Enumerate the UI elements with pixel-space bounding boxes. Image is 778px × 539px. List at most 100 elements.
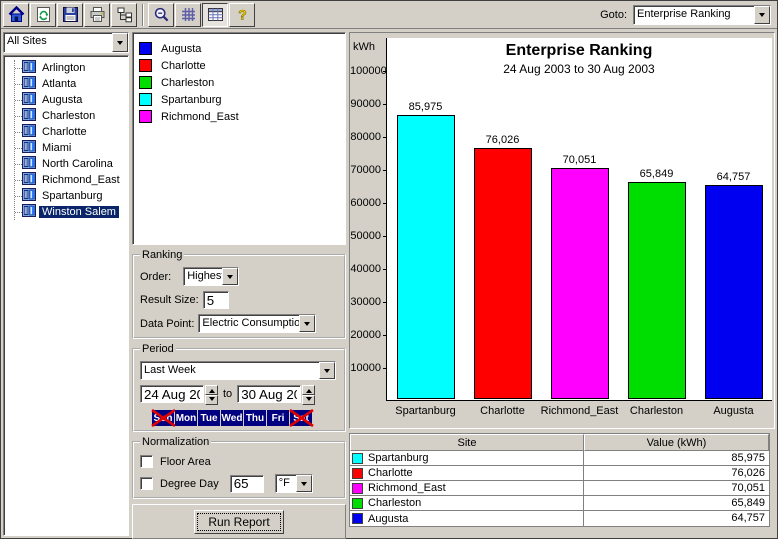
table-header-site[interactable]: Site xyxy=(350,434,584,451)
spin-down-icon[interactable] xyxy=(302,395,315,405)
weekday-toggle[interactable]: Mon xyxy=(175,410,198,426)
legend-item: Spartanburg xyxy=(139,91,339,108)
grid-button[interactable] xyxy=(175,3,201,27)
weekday-toggle[interactable]: Fri xyxy=(267,410,290,426)
site-color-swatch xyxy=(352,498,363,509)
goto-area: Goto: Enterprise Ranking xyxy=(600,5,771,25)
weekday-toggle[interactable]: Sat xyxy=(290,410,313,426)
sidebar-item-site[interactable]: Charleston xyxy=(15,108,128,124)
x-axis-label: Charlotte xyxy=(474,405,532,417)
weekday-toggle[interactable]: Thu xyxy=(244,410,267,426)
tree-connector xyxy=(15,180,22,181)
run-report-button[interactable]: Run Report xyxy=(194,510,284,534)
period-preset-select[interactable]: Last Week xyxy=(140,361,336,380)
save-icon xyxy=(62,6,79,23)
tree-connector xyxy=(15,148,22,149)
weekday-label: Tue xyxy=(200,413,217,424)
save-button[interactable] xyxy=(57,3,83,27)
degree-day-value-input[interactable] xyxy=(230,475,264,493)
result-size-input[interactable] xyxy=(203,291,229,309)
degree-day-checkbox[interactable] xyxy=(140,477,153,490)
sidebar-item-site[interactable]: North Carolina xyxy=(15,156,128,172)
site-tree-button[interactable] xyxy=(111,3,137,27)
sidebar-item-site[interactable]: Charlotte xyxy=(15,124,128,140)
weekday-toggle[interactable]: Sun xyxy=(152,410,175,426)
chevron-down-icon[interactable] xyxy=(319,362,335,379)
bar-value-label: 70,051 xyxy=(532,154,628,166)
bar-Charlotte: 76,026 xyxy=(474,148,532,399)
bar-series: 85,97576,02670,05165,84964,757 xyxy=(387,59,772,399)
help-button[interactable]: ? xyxy=(229,3,255,27)
tree-connector xyxy=(15,116,22,117)
order-select[interactable]: Highest xyxy=(183,267,239,286)
x-axis-label-text: Richmond_East xyxy=(541,405,619,417)
weekday-toggle[interactable]: Tue xyxy=(198,410,221,426)
degree-day-label: Degree Day xyxy=(160,478,219,490)
weekday-label: Thu xyxy=(246,413,264,424)
sidebar-item-site[interactable]: Augusta xyxy=(15,92,128,108)
building-icon xyxy=(22,60,39,76)
degree-unit-select[interactable]: °F xyxy=(275,474,313,493)
site-name: North Carolina xyxy=(39,158,116,170)
site-name: Spartanburg xyxy=(39,190,106,202)
table-cell-value: 85,975 xyxy=(584,451,769,465)
spin-up-icon[interactable] xyxy=(302,385,315,395)
tree-connector xyxy=(15,196,22,197)
site-filter-select[interactable]: All Sites xyxy=(3,32,129,53)
order-label: Order: xyxy=(140,271,171,283)
print-button[interactable] xyxy=(84,3,110,27)
help-icon: ? xyxy=(234,6,251,23)
chevron-down-icon[interactable] xyxy=(296,475,312,492)
table-header-value[interactable]: Value (kWh) xyxy=(584,434,769,451)
chevron-down-icon[interactable] xyxy=(222,268,238,285)
spin-up-icon[interactable] xyxy=(205,385,218,395)
chevron-down-icon[interactable] xyxy=(754,6,770,24)
x-axis-label-text: Charlotte xyxy=(480,405,525,417)
refresh-button[interactable] xyxy=(30,3,56,27)
home-button[interactable] xyxy=(3,3,29,27)
y-tick-label: 50000 xyxy=(350,230,381,242)
toolbar-separator xyxy=(142,4,144,26)
sidebar-item-site[interactable]: Atlanta xyxy=(15,76,128,92)
sidebar-item-site[interactable]: Miami xyxy=(15,140,128,156)
chart-legend: AugustaCharlotteCharlestonSpartanburgRic… xyxy=(132,32,346,245)
bar-value-label: 64,757 xyxy=(686,171,778,183)
legend-label: Augusta xyxy=(161,43,201,55)
end-date-input[interactable] xyxy=(237,385,301,403)
y-tick-label: 100000 xyxy=(350,65,381,77)
site-name: Atlanta xyxy=(39,78,79,90)
toolbar-buttons: ? xyxy=(3,3,256,27)
chevron-down-icon[interactable] xyxy=(299,315,315,332)
site-name: Richmond_East xyxy=(368,482,446,494)
legend-item: Augusta xyxy=(139,40,339,57)
weekday-selector: SunMonTue WedThuFriSat xyxy=(152,410,338,426)
table-cell-site: Richmond_East xyxy=(350,481,584,495)
start-date-input[interactable] xyxy=(140,385,204,403)
period-preset-value: Last Week xyxy=(141,362,319,379)
site-name: Charleston xyxy=(368,497,421,509)
building-icon xyxy=(22,204,39,220)
y-tick-label: 10000 xyxy=(350,362,381,374)
end-date-spinner[interactable] xyxy=(302,385,315,403)
data-point-select[interactable]: Electric Consumption xyxy=(198,314,316,333)
table-button[interactable] xyxy=(202,3,228,27)
site-color-swatch xyxy=(352,483,363,494)
table-cell-value: 64,757 xyxy=(584,511,769,526)
weekday-toggle[interactable]: Wed xyxy=(221,410,244,426)
goto-report-select[interactable]: Enterprise Ranking xyxy=(633,5,771,25)
chevron-down-icon[interactable] xyxy=(112,33,128,52)
x-axis-label: Augusta xyxy=(705,405,763,417)
weekday-label: Mon xyxy=(176,413,197,424)
legend-color-swatch xyxy=(139,110,152,123)
sidebar-item-site[interactable]: Richmond_East xyxy=(15,172,128,188)
floor-area-checkbox[interactable] xyxy=(140,455,153,468)
sidebar-item-site[interactable]: Arlington xyxy=(15,60,128,76)
legend-label: Charleston xyxy=(161,77,214,89)
y-tick-label: 70000 xyxy=(350,164,381,176)
sidebar-item-site[interactable]: Spartanburg xyxy=(15,188,128,204)
tree-connector xyxy=(15,164,22,165)
spin-down-icon[interactable] xyxy=(205,395,218,405)
start-date-spinner[interactable] xyxy=(205,385,218,403)
sidebar-item-site[interactable]: Winston Salem xyxy=(15,204,128,220)
zoom-button[interactable] xyxy=(148,3,174,27)
